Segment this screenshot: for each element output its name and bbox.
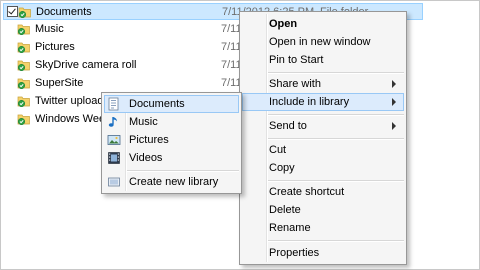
menu-item-delete[interactable]: Delete — [242, 201, 404, 219]
submenu-item-label: Videos — [129, 152, 163, 164]
context-menu: Open Open in new window Pin to Start Sha… — [239, 11, 407, 265]
menu-item-pin-to-start[interactable]: Pin to Start — [242, 51, 404, 69]
menu-item-label: Open — [269, 18, 298, 30]
documents-library-icon — [108, 97, 119, 111]
menu-item-label: Pin to Start — [269, 54, 324, 66]
synced-folder-icon — [17, 42, 30, 54]
menu-item-open[interactable]: Open — [242, 15, 404, 33]
menu-item-include-in-library[interactable]: Include in library — [242, 93, 404, 111]
submenu-item-create-new-library[interactable]: Create new library — [104, 173, 239, 191]
menu-item-label: Send to — [269, 120, 307, 132]
menu-item-copy[interactable]: Copy — [242, 159, 404, 177]
row-checkbox[interactable] — [7, 6, 18, 17]
menu-item-label: Include in library — [269, 96, 350, 108]
menu-item-label: Delete — [269, 204, 301, 216]
explorer-window: Documents 7/11/2012 6:25 PM File folder … — [0, 0, 480, 270]
file-name: Pictures — [35, 41, 75, 53]
submenu-separator — [127, 170, 239, 172]
menu-item-label: Copy — [269, 162, 295, 174]
submenu-item-label: Pictures — [129, 134, 169, 146]
menu-separator — [268, 240, 404, 242]
pictures-library-icon — [107, 135, 121, 145]
file-name: SuperSite — [35, 77, 84, 89]
submenu-item-documents[interactable]: Documents — [104, 95, 239, 113]
include-in-library-submenu: Documents Music Pictures Videos Create n… — [101, 92, 242, 194]
submenu-item-videos[interactable]: Videos — [104, 149, 239, 167]
submenu-item-pictures[interactable]: Pictures — [104, 131, 239, 149]
new-library-icon — [108, 177, 120, 187]
synced-folder-icon — [18, 7, 31, 19]
submenu-item-label: Music — [129, 116, 158, 128]
submenu-item-music[interactable]: Music — [104, 113, 239, 131]
menu-item-share-with[interactable]: Share with — [242, 75, 404, 93]
menu-item-rename[interactable]: Rename — [242, 219, 404, 237]
file-name: Documents — [36, 6, 92, 18]
menu-item-label: Create shortcut — [269, 186, 345, 198]
synced-folder-icon — [17, 60, 30, 72]
synced-folder-icon — [17, 78, 30, 90]
menu-item-label: Open in new window — [269, 36, 371, 48]
synced-folder-icon — [17, 114, 30, 126]
synced-folder-icon — [17, 24, 30, 36]
menu-item-label: Properties — [269, 247, 320, 259]
synced-folder-icon — [17, 96, 30, 108]
menu-item-label: Rename — [269, 222, 311, 234]
submenu-arrow-icon — [392, 98, 396, 106]
menu-separator — [268, 138, 404, 140]
menu-item-label: Share with — [269, 78, 321, 90]
menu-item-properties[interactable]: Properties — [242, 244, 404, 262]
menu-separator — [268, 114, 404, 116]
submenu-item-label: Create new library — [129, 176, 219, 188]
menu-item-create-shortcut[interactable]: Create shortcut — [242, 183, 404, 201]
file-name: SkyDrive camera roll — [35, 59, 137, 71]
menu-separator — [268, 180, 404, 182]
menu-separator — [268, 72, 404, 74]
file-name: Twitter upload — [35, 95, 104, 107]
music-library-icon — [108, 117, 117, 127]
file-name: Windows Week — [35, 113, 111, 125]
menu-item-cut[interactable]: Cut — [242, 141, 404, 159]
submenu-item-label: Documents — [129, 98, 185, 110]
menu-item-open-new-window[interactable]: Open in new window — [242, 33, 404, 51]
file-name: Music — [35, 23, 64, 35]
submenu-arrow-icon — [392, 122, 396, 130]
menu-item-send-to[interactable]: Send to — [242, 117, 404, 135]
menu-item-label: Cut — [269, 144, 287, 156]
videos-library-icon — [108, 152, 120, 164]
submenu-arrow-icon — [392, 80, 396, 88]
